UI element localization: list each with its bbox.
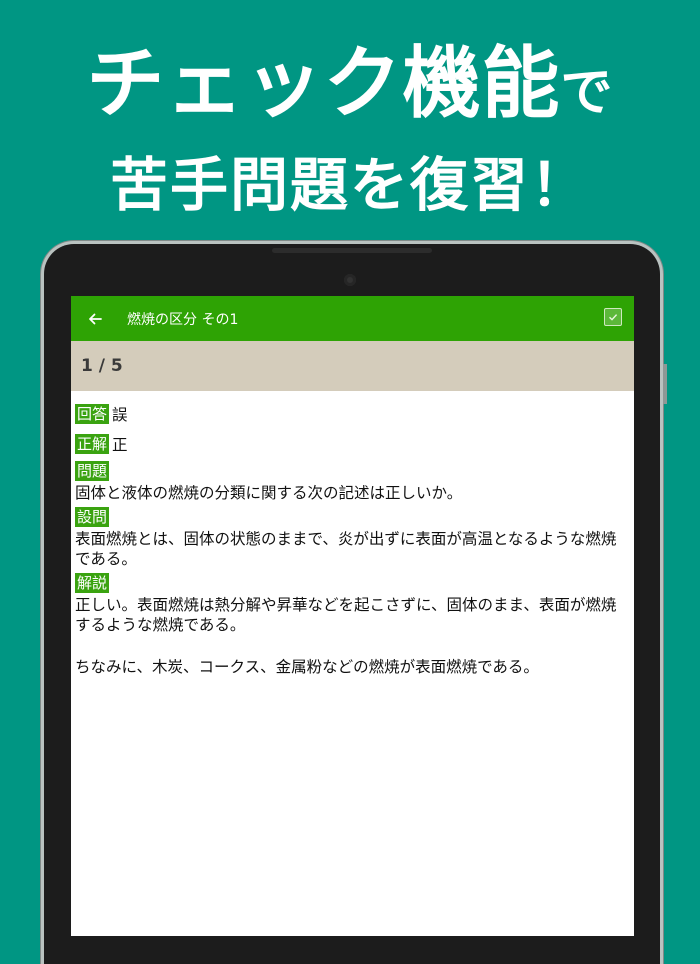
promo-headline-2: 苦手問題を復習！ bbox=[109, 151, 590, 219]
answer-value: 誤 bbox=[112, 406, 128, 424]
answer-detail: 回答 誤 正解 正 問題 固体と液体の燃焼の分類に関する次の記述は正しいか。 設… bbox=[71, 391, 634, 677]
tablet-camera bbox=[344, 274, 356, 286]
explanation-block: 解説 正しい。表面燃焼は熱分解や昇華などを起こさずに、固体のまま、表面が燃焼する… bbox=[75, 573, 634, 677]
statement-tag: 設問 bbox=[75, 507, 110, 527]
promo-headline-main: チェック機能 bbox=[86, 39, 561, 129]
promo-headline-1: チェック機能で bbox=[0, 38, 700, 139]
checkbox-icon[interactable] bbox=[604, 308, 622, 326]
explanation-note: ちなみに、木炭、コークス、金属粉などの燃焼が表面燃焼である。 bbox=[75, 658, 539, 676]
statement-text: 表面燃焼とは、固体の状態のままで、炎が出ずに表面が高温となるような燃焼である。 bbox=[75, 530, 617, 568]
answer-tag: 回答 bbox=[75, 404, 110, 424]
page-title: 燃焼の区分 その1 bbox=[127, 311, 239, 328]
correct-row: 正解 正 bbox=[75, 431, 634, 457]
explanation-text: 正しい。表面燃焼は熱分解や昇華などを起こさずに、固体のまま、表面が燃焼するような… bbox=[75, 596, 617, 634]
tablet-frame: 燃焼の区分 その1 1 / 5 回答 誤 正解 正 問題 固体と液体の燃焼の分類… bbox=[44, 244, 667, 964]
promo-headline-particle: で bbox=[560, 63, 614, 123]
arrow-back-icon[interactable] bbox=[85, 309, 105, 329]
tablet-side-button bbox=[663, 364, 667, 404]
question-progress: 1 / 5 bbox=[81, 356, 123, 376]
question-progress-bar: 1 / 5 bbox=[71, 341, 634, 391]
answer-row: 回答 誤 bbox=[75, 401, 634, 427]
explanation-tag: 解説 bbox=[75, 573, 110, 593]
app-bar: 燃焼の区分 その1 bbox=[71, 296, 634, 341]
correct-tag: 正解 bbox=[75, 434, 110, 454]
question-tag: 問題 bbox=[75, 461, 110, 481]
statement-block: 設問 表面燃焼とは、固体の状態のままで、炎が出ずに表面が高温となるような燃焼であ… bbox=[75, 507, 634, 569]
question-text: 固体と液体の燃焼の分類に関する次の記述は正しいか。 bbox=[75, 484, 463, 502]
app-screen: 燃焼の区分 その1 1 / 5 回答 誤 正解 正 問題 固体と液体の燃焼の分類… bbox=[71, 296, 634, 936]
question-block: 問題 固体と液体の燃焼の分類に関する次の記述は正しいか。 bbox=[75, 461, 634, 503]
tablet-speaker bbox=[272, 248, 432, 253]
correct-value: 正 bbox=[112, 436, 128, 454]
